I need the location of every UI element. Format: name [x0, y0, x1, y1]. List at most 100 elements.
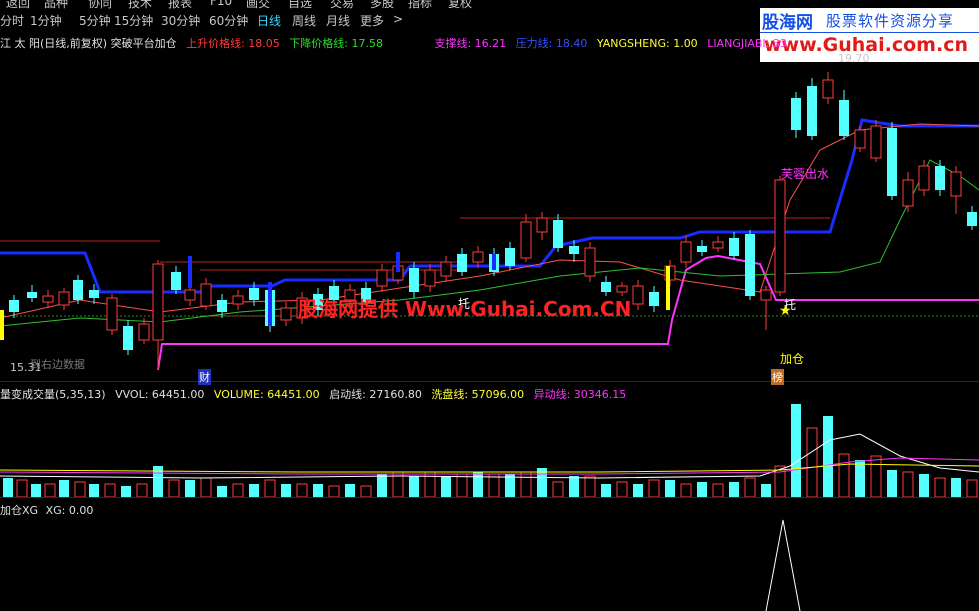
candle-body-down: [89, 290, 99, 298]
candle-body-up: [138, 323, 150, 341]
candle-body-up: [200, 283, 212, 307]
watermark-text: 股海网提供 Www.Guhai.Com.CN: [298, 297, 632, 321]
hint-label: 到右边数据: [30, 358, 85, 371]
xg-title: 加仓XG: [0, 504, 39, 517]
candle-body-up: [472, 251, 484, 263]
volume-bar-down: [377, 474, 387, 497]
volume-bar-down: [217, 486, 227, 497]
qidong-value: 启动线: 27160.80: [329, 388, 422, 401]
volume-bar-up: [424, 471, 436, 498]
candle-body-down: [27, 292, 37, 298]
volume-bar-down: [951, 478, 961, 497]
candle-body-up: [902, 179, 914, 207]
candle-body-down: [839, 100, 849, 136]
candle-body-down: [123, 326, 133, 350]
candle-body-down: [601, 282, 611, 292]
candle-body-down: [887, 128, 897, 196]
volume-bar-up: [456, 473, 468, 498]
volume-bar-down: [919, 474, 929, 497]
xipan-value: 洗盘线: 57096.00: [431, 388, 525, 401]
volume-bar-up: [104, 483, 116, 498]
volume-bar-up: [16, 479, 28, 498]
volume-bar-up: [934, 477, 946, 498]
candle-body-down: [217, 300, 227, 312]
vvol-value: VVOL: 64451.00: [115, 388, 205, 401]
volume-bar-down: [313, 484, 323, 497]
volume-bar-up: [74, 481, 86, 498]
volume-bar-up: [616, 481, 628, 498]
candle-body-down: [171, 272, 181, 290]
candle-body-up: [632, 285, 644, 305]
candle-body-up: [424, 269, 436, 287]
volume-bar-up: [966, 479, 978, 498]
volume-bar-down: [249, 484, 259, 497]
candle-body-up: [854, 129, 866, 149]
candle-body-up: [616, 285, 628, 293]
volume-bar-down: [633, 484, 643, 497]
yellow-signal-bar: [666, 266, 670, 310]
candle-body-down: [569, 246, 579, 254]
candle-body-down: [729, 238, 739, 256]
volume-bar-down: [31, 484, 41, 497]
candle-body-up: [184, 289, 196, 301]
volume-bar-down: [761, 484, 771, 497]
volume-bar-up: [870, 455, 882, 498]
volume-bar-up: [584, 475, 596, 498]
candle-body-down: [505, 248, 515, 266]
volume-bar-up: [200, 477, 212, 498]
volume-bar-down: [3, 478, 13, 497]
blue-signal-bar: [188, 256, 192, 288]
volume-bar-down: [89, 484, 99, 497]
candle-body-up: [950, 171, 962, 197]
candle-body-down: [745, 234, 755, 296]
volume-bar-up: [806, 427, 818, 498]
volume-bar-down: [791, 404, 801, 497]
volume-bar-down: [729, 482, 739, 497]
volume-bar-up: [744, 477, 756, 498]
signal-jiacang: 加仓: [780, 352, 805, 366]
candle-body-up: [58, 291, 70, 306]
high-price-label: 19.70: [838, 52, 870, 65]
candle-body-up: [440, 261, 452, 277]
volume-bar-up: [360, 485, 372, 498]
volume-bar-up: [264, 479, 276, 498]
volume-bar-down: [887, 470, 897, 497]
volume-bar-down: [185, 480, 195, 497]
candle-body-up: [106, 297, 118, 331]
xg-value: XG: 0.00: [45, 504, 94, 517]
volume-bar-down: [441, 476, 451, 497]
volume-bar-down: [697, 482, 707, 497]
candle-body-up: [536, 217, 548, 233]
star-icon: ★: [779, 303, 792, 319]
signal-cai: 财: [198, 369, 211, 385]
candle-body-down: [791, 98, 801, 130]
candle-body-up: [376, 269, 388, 287]
volume-bar-up: [328, 485, 340, 498]
volume-bar-up: [232, 483, 244, 498]
candle-body-up: [760, 289, 772, 301]
candle-body-down: [73, 280, 83, 300]
volume-bar-down: [665, 480, 675, 497]
signal-bang: 榜: [771, 369, 784, 385]
candle-body-down: [457, 254, 467, 272]
volume-bar-down: [409, 476, 419, 497]
signal-furong: 芙蓉出水: [781, 167, 830, 181]
volume-bar-up: [838, 453, 850, 498]
volume-legend: 量变成交量(5,35,13) VVOL: 64451.00 VOLUME: 64…: [0, 386, 632, 402]
candle-body-down: [553, 220, 563, 248]
blue-signal-bar: [396, 252, 400, 272]
volume-bar-down: [281, 484, 291, 497]
candle-body-up: [870, 125, 882, 159]
candle-body-down: [249, 288, 259, 300]
volume-bar-up: [680, 483, 692, 498]
volume-bar-up: [712, 483, 724, 498]
volume-bar-up: [520, 471, 532, 498]
volume-bar-up: [136, 483, 148, 498]
pane-divider-xg: [0, 497, 979, 498]
blue-signal-bar: [268, 282, 272, 326]
candle-body-down: [935, 166, 945, 190]
volume-bar-down: [569, 476, 579, 497]
volume-bar-down: [59, 480, 69, 497]
volume-bar-up: [296, 483, 308, 498]
volume-bar-up: [552, 481, 564, 498]
